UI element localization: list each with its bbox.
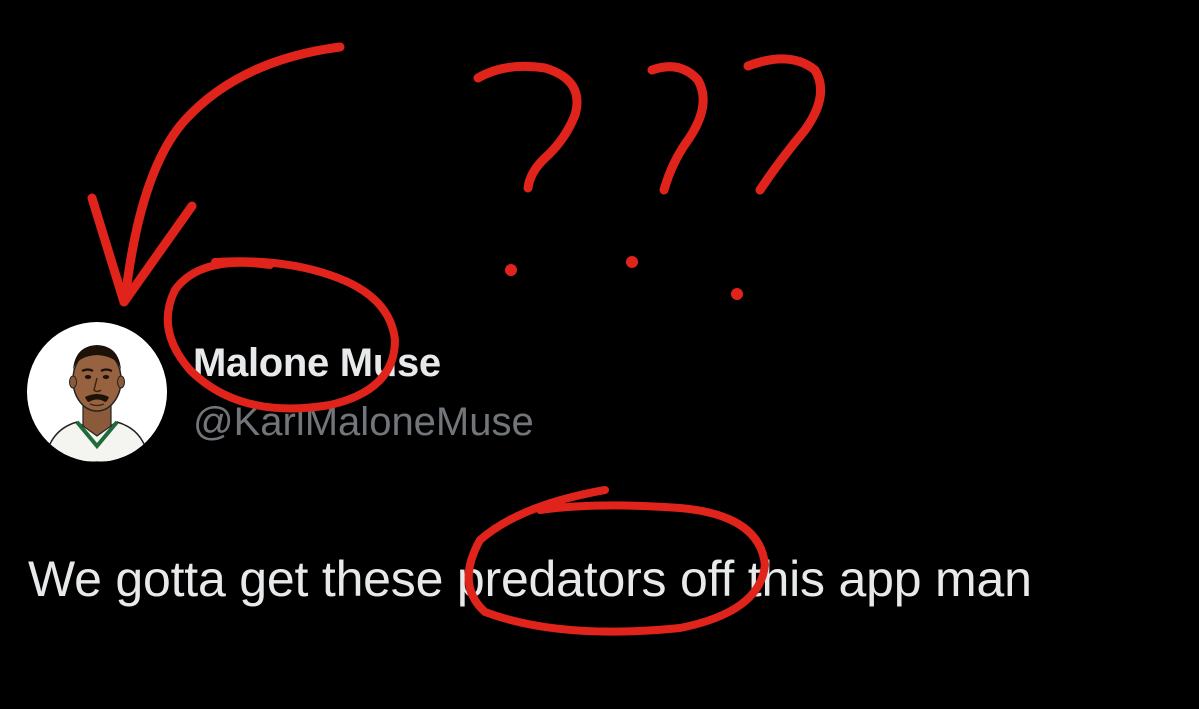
tweet-card: Malone Muse @KarlMaloneMuse We gotta get… bbox=[0, 0, 1199, 709]
author-handle[interactable]: @KarlMaloneMuse bbox=[193, 400, 534, 445]
author-avatar[interactable] bbox=[27, 322, 167, 462]
author-display-name[interactable]: Malone Muse bbox=[193, 341, 441, 386]
avatar-portrait-icon bbox=[44, 345, 150, 462]
tweet-text: We gotta get these predators off this ap… bbox=[28, 551, 1032, 607]
